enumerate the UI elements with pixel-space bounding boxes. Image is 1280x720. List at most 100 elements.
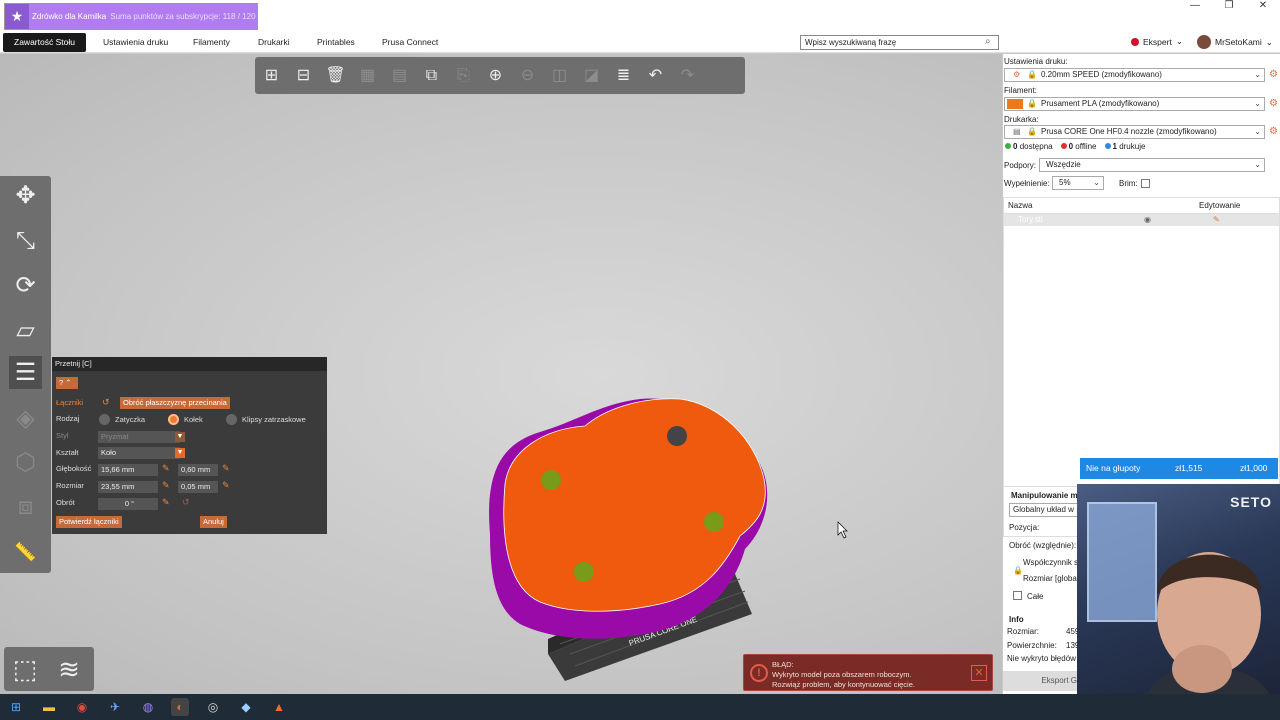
user-name: MrSetoKami xyxy=(1215,37,1262,47)
gear-icon[interactable]: ⚙ xyxy=(1269,126,1278,137)
size-label: Rozmiar [global xyxy=(1023,574,1079,583)
delete-all-icon[interactable]: 🗑 xyxy=(325,65,346,86)
supports-painting-icon[interactable]: ◈ xyxy=(9,402,42,435)
cut-icon[interactable]: ☰ xyxy=(9,356,42,389)
scale-label: Współczynnik s xyxy=(1023,558,1079,567)
edit-icon[interactable]: ✎ xyxy=(162,480,170,491)
measure-icon[interactable]: 📏 xyxy=(9,536,42,569)
paste-icon[interactable]: ⎘ xyxy=(453,65,474,86)
tab-printables[interactable]: Printables xyxy=(311,33,361,52)
reset-icon[interactable]: ↺ xyxy=(182,497,190,508)
depth-input[interactable]: 15,66 mm xyxy=(98,464,158,476)
flip-plane-button[interactable]: Obróć płaszczyznę przecinania xyxy=(120,397,230,409)
split-objects-icon[interactable]: ◫ xyxy=(549,65,570,86)
search-input[interactable]: Wpisz wyszukiwaną frazę xyxy=(800,35,999,50)
tab-filaments[interactable]: Filamenty xyxy=(187,33,236,52)
layers-editing-icon[interactable]: ≣ xyxy=(613,65,634,86)
close-icon[interactable]: ✕ xyxy=(971,665,987,681)
whole-checkbox[interactable] xyxy=(1013,591,1022,600)
col-name: Nazwa xyxy=(1008,201,1033,210)
tab-prusa-connect[interactable]: Prusa Connect xyxy=(376,33,444,52)
mmu-painting-icon[interactable]: ⧈ xyxy=(9,490,42,523)
prusaslicer-icon[interactable]: ◐ xyxy=(171,698,189,716)
copy-icon[interactable]: ⧉ xyxy=(421,65,442,86)
edit-icon[interactable]: ✎ xyxy=(162,497,170,508)
search-icon[interactable]: ⌕ xyxy=(985,36,991,47)
scale-icon[interactable]: ⤡ xyxy=(9,224,42,257)
undo-icon[interactable]: ↶ xyxy=(645,65,666,86)
reset-icon[interactable]: ↺ xyxy=(102,397,110,408)
gear-icon[interactable]: ⚙ xyxy=(1269,69,1278,80)
place-on-face-icon[interactable]: ⏥ xyxy=(9,314,42,347)
connector-dowel[interactable] xyxy=(667,426,687,446)
lock-icon[interactable]: 🔒 xyxy=(1013,566,1023,575)
size-input[interactable]: 23,55 mm xyxy=(98,481,158,493)
redo-icon[interactable]: ↷ xyxy=(677,65,698,86)
edit-icon[interactable]: ✎ xyxy=(222,463,230,474)
radio-dowel[interactable] xyxy=(168,414,179,425)
infill-select[interactable]: 5% ⌄ xyxy=(1052,176,1104,190)
style-select[interactable]: Pryzmat xyxy=(98,431,180,443)
connector-dowel[interactable] xyxy=(704,512,724,532)
tab-printers[interactable]: Drukarki xyxy=(252,33,296,52)
print-settings-label: Ustawienia druku: xyxy=(1004,57,1068,66)
supports-select[interactable]: Wszędzie ⌄ xyxy=(1039,158,1265,172)
brim-checkbox[interactable] xyxy=(1141,179,1150,188)
user-menu[interactable]: MrSetoKami ⌄ xyxy=(1197,35,1273,49)
radio-plug[interactable] xyxy=(99,414,110,425)
3d-view-icon[interactable]: ⬚ xyxy=(7,651,43,687)
arrange-icon[interactable]: ▦ xyxy=(357,65,378,86)
coordinate-select[interactable]: Globalny układ w xyxy=(1009,503,1079,517)
remove-instance-icon[interactable]: ⊖ xyxy=(517,65,538,86)
confirm-connectors-button[interactable]: Potwierdź łączniki xyxy=(56,516,122,528)
gear-icon[interactable]: ⚙ xyxy=(1269,98,1278,109)
star-icon: ★ xyxy=(5,4,29,29)
restore-button[interactable]: ❐ xyxy=(1212,0,1246,14)
edit-icon[interactable]: ✎ xyxy=(162,463,170,474)
eye-icon[interactable]: ◉ xyxy=(1144,214,1151,226)
connector-dowel[interactable] xyxy=(541,470,561,490)
seam-painting-icon[interactable]: ⬡ xyxy=(9,446,42,479)
move-icon[interactable]: ✥ xyxy=(9,179,42,212)
file-explorer-icon[interactable]: ▬ xyxy=(40,698,58,716)
info-size-label: Rozmiar: xyxy=(1007,627,1040,636)
brave-icon[interactable]: ▲ xyxy=(270,698,288,716)
rotate-icon[interactable]: ⟳ xyxy=(9,269,42,302)
arrange-selection-icon[interactable]: ▤ xyxy=(389,65,410,86)
minimize-button[interactable]: — xyxy=(1178,0,1212,14)
chevron-down-icon: ⌄ xyxy=(1175,36,1183,46)
filament-select[interactable]: 🔒 Prusament PLA (zmodyfikowano) ⌄ xyxy=(1004,97,1265,111)
tab-print-settings[interactable]: Ustawienia druku xyxy=(97,33,174,52)
add-instance-icon[interactable]: ⊕ xyxy=(485,65,506,86)
app-icon[interactable]: ◆ xyxy=(237,698,255,716)
mode-selector[interactable]: Ekspert ⌄ xyxy=(1131,36,1183,47)
cancel-button[interactable]: Anuluj xyxy=(200,516,227,528)
promo-subtitle: Suma punktów za subskrypcje: 118 / 120 xyxy=(110,12,256,21)
windows-start-icon[interactable]: ⊞ xyxy=(7,698,25,716)
app-icon[interactable]: ◎ xyxy=(204,698,222,716)
list-item[interactable]: Tory.stl ◉ ✎ xyxy=(1004,214,1279,226)
radio-snap[interactable] xyxy=(226,414,237,425)
add-object-icon[interactable]: ⊞ xyxy=(261,65,282,86)
close-button[interactable]: ✕ xyxy=(1246,0,1280,14)
rotation-input[interactable]: 0 ° xyxy=(98,498,158,510)
app-icon[interactable]: ✈ xyxy=(106,698,124,716)
help-button[interactable]: ? ⌃ xyxy=(56,377,78,389)
shape-select[interactable]: Koło xyxy=(98,447,180,459)
size-tolerance-input[interactable]: 0,05 mm xyxy=(178,481,218,493)
app-icon[interactable]: ◍ xyxy=(139,698,157,716)
delete-object-icon[interactable]: ⊟ xyxy=(293,65,314,86)
chrome-icon[interactable]: ◉ xyxy=(73,698,91,716)
edit-icon[interactable]: ✎ xyxy=(1213,214,1220,226)
preview-icon[interactable]: ≋ xyxy=(51,651,87,687)
status-offline: 0 offline xyxy=(1060,142,1097,151)
printer-select[interactable]: ▤ 🔒 Prusa CORE One HF0.4 nozzle (zmodyfiko… xyxy=(1004,125,1265,139)
connector-dowel[interactable] xyxy=(574,562,594,582)
tab-plater[interactable]: Zawartość Stołu xyxy=(3,33,86,52)
depth-tolerance-input[interactable]: 0,60 mm xyxy=(178,464,218,476)
edit-icon[interactable]: ✎ xyxy=(222,480,230,491)
split-parts-icon[interactable]: ◪ xyxy=(581,65,602,86)
promo-banner: ★ Zdrówko dla Kamilka Suma punktów za sub… xyxy=(4,3,258,30)
export-gcode-button[interactable]: Eksport G xyxy=(1003,671,1079,691)
print-settings-select[interactable]: 0.20mm SPEED (zmodyfikowano) ⚙ 🔒 ⌄ xyxy=(1004,68,1265,82)
